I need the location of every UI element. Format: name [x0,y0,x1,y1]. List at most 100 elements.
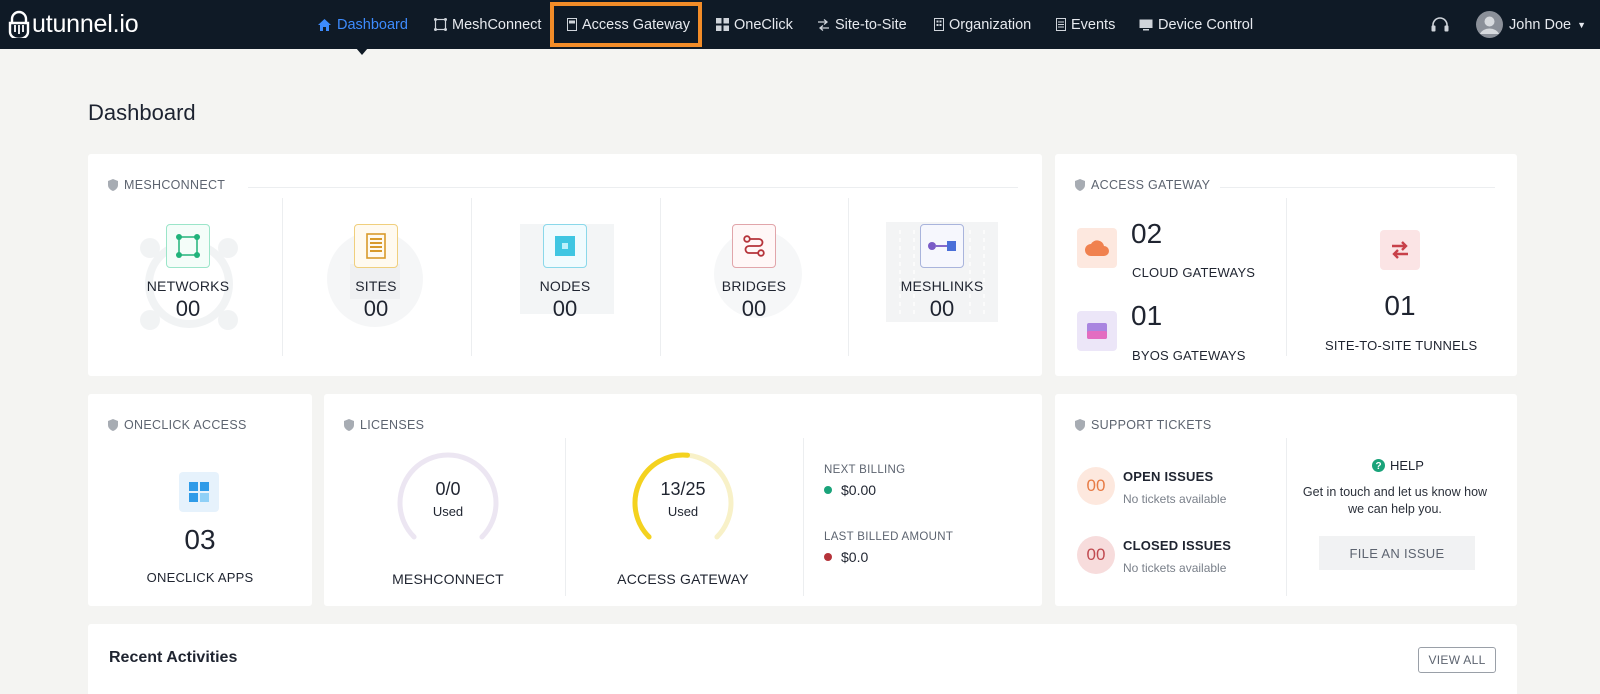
building-icon [934,18,944,31]
bridges-value: 00 [741,296,767,321]
byos-gateways-value: 01 [1131,300,1163,331]
monitor-icon [1139,19,1153,31]
meshconnect-heading: MESHCONNECT [108,178,225,192]
closed-issues-subtitle: No tickets available [1123,561,1227,575]
access-gateway-total: 25 [685,479,706,499]
meshlinks-icon [920,224,964,268]
logo-text: utunnel.io [32,9,139,38]
access-gateway-heading-label: ACCESS GATEWAY [1091,178,1211,192]
divider [848,198,849,356]
cloud-gateways-value: 02 [1131,218,1163,249]
nodes-icon [543,224,587,268]
divider [471,198,472,356]
cloud-icon [1077,228,1117,268]
nav-events[interactable]: Events [1056,0,1115,49]
nav-dashboard[interactable]: Dashboard [317,0,408,49]
divider [565,438,566,596]
access-gateway-license-readout: 13/25 Used [633,479,733,519]
view-all-button[interactable]: VIEW ALL [1418,647,1496,673]
site-to-site-icon [1380,230,1420,270]
nav-device-control[interactable]: Device Control [1139,0,1253,49]
next-billing-label: NEXT BILLING [824,464,906,476]
shield-icon [344,419,354,431]
help-icon: ? [1372,459,1385,472]
nodes-label: NODES [539,278,591,294]
divider [282,198,283,356]
user-menu[interactable]: John Doe ▼ [1476,0,1586,49]
access-gateway-heading: ACCESS GATEWAY [1075,178,1210,192]
nav-organization-label: Organization [949,16,1032,33]
access-gateway-card: ACCESS GATEWAY 02 CLOUD GATEWAYS 01 BYOS… [1055,154,1517,376]
headset-icon [1431,16,1449,31]
list-icon [1056,18,1066,31]
closed-issues-count: 00 [1077,536,1115,574]
divider [248,187,1018,188]
sites-label: SITES [355,278,397,294]
nav-oneclick-label: OneClick [734,16,793,33]
meshconnect-license-readout: 0/0 Used [398,479,498,519]
networks-value: 00 [175,296,201,321]
bridges-label: BRIDGES [721,278,787,294]
open-issues-count: 00 [1077,467,1115,505]
divider [1286,198,1287,356]
networks-label: NETWORKS [146,278,230,294]
top-nav: utunnel.io Dashboard MeshConnect Access … [0,0,1600,55]
arrows-icon [817,18,830,31]
logo-lock-icon [8,10,30,38]
recent-activities-title: Recent Activities [109,649,238,666]
oneclick-apps-label: ONECLICK APPS [146,570,254,585]
networks-icon [166,224,210,268]
open-issues-title[interactable]: OPEN ISSUES [1123,469,1213,484]
shield-icon [108,179,118,191]
licenses-heading: LICENSES [344,418,424,432]
chevron-down-icon: ▼ [1577,19,1586,30]
nav-dashboard-label: Dashboard [337,16,408,33]
last-billed-value: $0.0 [824,549,868,565]
access-gateway-license-label: ACCESS GATEWAY [617,571,749,587]
file-an-issue-button[interactable]: FILE AN ISSUE [1319,536,1475,570]
user-name: John Doe [1509,16,1572,33]
licenses-card: LICENSES 0/0 Used MESHCONNECT 13/25 Used… [324,394,1042,606]
site-to-site-tunnels-label: SITE-TO-SITE TUNNELS [1325,338,1478,353]
recent-activities-card: Recent Activities VIEW ALL [88,624,1517,694]
next-billing-amount: $0.00 [841,482,877,498]
next-billing-value: $0.00 [824,482,876,498]
nav-meshconnect[interactable]: MeshConnect [434,0,541,49]
grid-icon [716,18,729,31]
nav-site-to-site-label: Site-to-Site [835,16,907,33]
support-heading-label: SUPPORT TICKETS [1091,418,1212,432]
oneclick-card: ONECLICK ACCESS 03 ONECLICK APPS [88,394,312,606]
meshconnect-used: 0 [435,479,446,499]
last-billed-amount: $0.0 [841,549,869,565]
help-heading: ? HELP [1372,458,1424,473]
nav-organization[interactable]: Organization [934,0,1031,49]
shield-icon [1075,179,1085,191]
licenses-heading-label: LICENSES [360,418,425,432]
site-to-site-tunnels-value: 01 [1384,290,1416,321]
support-tickets-card: SUPPORT TICKETS 00 OPEN ISSUES No ticket… [1055,394,1517,606]
divider [1220,187,1495,188]
mesh-icon [434,18,447,31]
nav-oneclick[interactable]: OneClick [716,0,793,49]
meshconnect-heading-label: MESHCONNECT [124,178,226,192]
nav-meshconnect-label: MeshConnect [452,16,542,33]
access-gateway-used: 13 [660,479,681,499]
home-icon [317,18,332,32]
avatar [1476,11,1503,38]
meshconnect-used-label: Used [432,504,464,519]
divider [1286,438,1287,596]
green-status-dot [824,486,832,494]
support-headset-button[interactable] [1430,0,1450,49]
utunnel-logo[interactable]: utunnel.io [8,8,139,40]
meshlinks-label: MESHLINKS [900,278,984,294]
bridges-icon [732,224,776,268]
support-heading: SUPPORT TICKETS [1075,418,1212,432]
page-title: Dashboard [88,100,196,125]
closed-issues-title[interactable]: CLOSED ISSUES [1123,538,1231,553]
oneclick-heading-label: ONECLICK ACCESS [124,418,247,432]
divider [660,198,661,356]
last-billed-label: LAST BILLED AMOUNT [824,531,954,543]
byos-gateways-label: BYOS GATEWAYS [1132,348,1246,363]
sites-icon [354,224,398,268]
nav-site-to-site[interactable]: Site-to-Site [817,0,907,49]
